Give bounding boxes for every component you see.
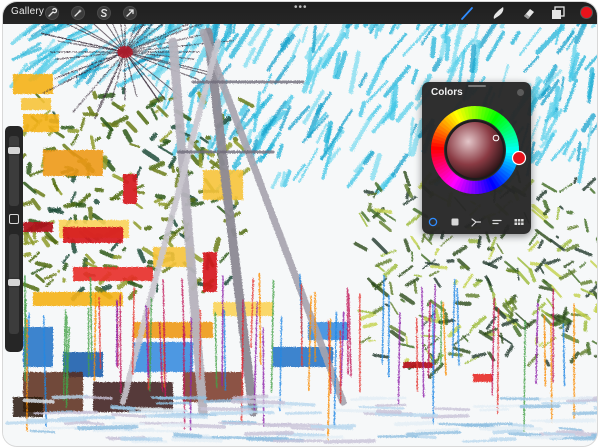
hue-picker[interactable]	[511, 150, 527, 166]
value-mode-tab[interactable]	[489, 214, 505, 230]
gallery-button[interactable]: Gallery	[11, 6, 44, 17]
wrench-icon	[48, 8, 57, 17]
saturation-disc[interactable]	[447, 122, 503, 178]
more-options-dots[interactable]: •••	[294, 3, 308, 13]
classic-square-icon	[451, 218, 459, 226]
eraser-icon	[524, 9, 534, 19]
value-sliders-icon	[492, 219, 502, 225]
paint-tool-button[interactable]	[459, 5, 475, 21]
palettes-mode-tab[interactable]	[511, 214, 527, 230]
harmony-icon	[471, 218, 481, 227]
colors-panel: Colors	[422, 82, 531, 234]
selection-button[interactable]	[97, 6, 111, 20]
eraser-tool-button[interactable]	[521, 5, 537, 21]
color-mode-tabs	[422, 214, 531, 230]
smudge-tool-button[interactable]	[490, 5, 506, 21]
disc-mode-tab[interactable]	[425, 214, 441, 230]
magic-wand-icon	[74, 9, 82, 17]
disc-icon	[428, 217, 438, 227]
actions-button[interactable]	[45, 6, 59, 20]
top-toolbar: Gallery •••	[3, 2, 597, 24]
selection-s-icon	[100, 8, 108, 18]
palettes-grid-icon	[514, 219, 524, 225]
current-color-swatch[interactable]	[580, 6, 593, 19]
adjustments-button[interactable]	[71, 6, 85, 20]
brush-size-thumb[interactable]	[8, 147, 20, 155]
classic-mode-tab[interactable]	[447, 214, 463, 230]
modify-button[interactable]	[9, 214, 19, 224]
opacity-slider[interactable]	[8, 234, 20, 334]
brush-icon	[461, 7, 473, 20]
harmony-mode-tab[interactable]	[468, 214, 484, 230]
layers-icon	[552, 6, 565, 19]
opacity-thumb[interactable]	[8, 278, 20, 286]
transform-button[interactable]	[123, 6, 137, 20]
smudge-icon	[493, 7, 504, 19]
left-sidebar	[5, 126, 23, 352]
layers-button[interactable]	[550, 5, 566, 21]
color-disc[interactable]	[422, 82, 531, 214]
transform-arrow-icon	[126, 9, 134, 17]
brush-size-slider[interactable]	[8, 136, 20, 206]
procreate-window: Gallery ••• Colors	[3, 2, 597, 446]
